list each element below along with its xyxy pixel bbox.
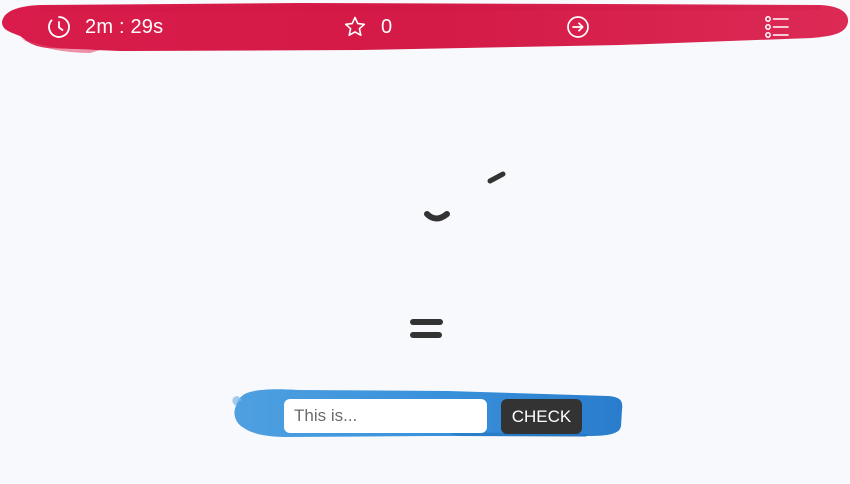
stroke-dash-upper (487, 171, 506, 184)
clock-icon (48, 16, 70, 38)
stroke-curve (424, 211, 450, 222)
answer-bar: CHECK (228, 384, 626, 442)
menu-button[interactable] (764, 9, 790, 45)
answer-input[interactable] (284, 399, 487, 433)
timer-text: 2m : 29s (85, 15, 164, 38)
check-button[interactable]: CHECK (501, 399, 582, 434)
timer: 2m : 29s (47, 9, 163, 45)
top-bar: 2m : 29s 0 (0, 0, 850, 54)
list-menu-icon[interactable] (764, 14, 790, 40)
score-value: 0 (381, 15, 393, 38)
puzzle-strokes (410, 171, 506, 338)
puzzle-area (0, 60, 850, 380)
score: 0 (343, 9, 392, 45)
star-icon (344, 16, 366, 36)
arrow-right-circle-icon[interactable] (566, 15, 590, 39)
next-button[interactable] (566, 9, 590, 45)
